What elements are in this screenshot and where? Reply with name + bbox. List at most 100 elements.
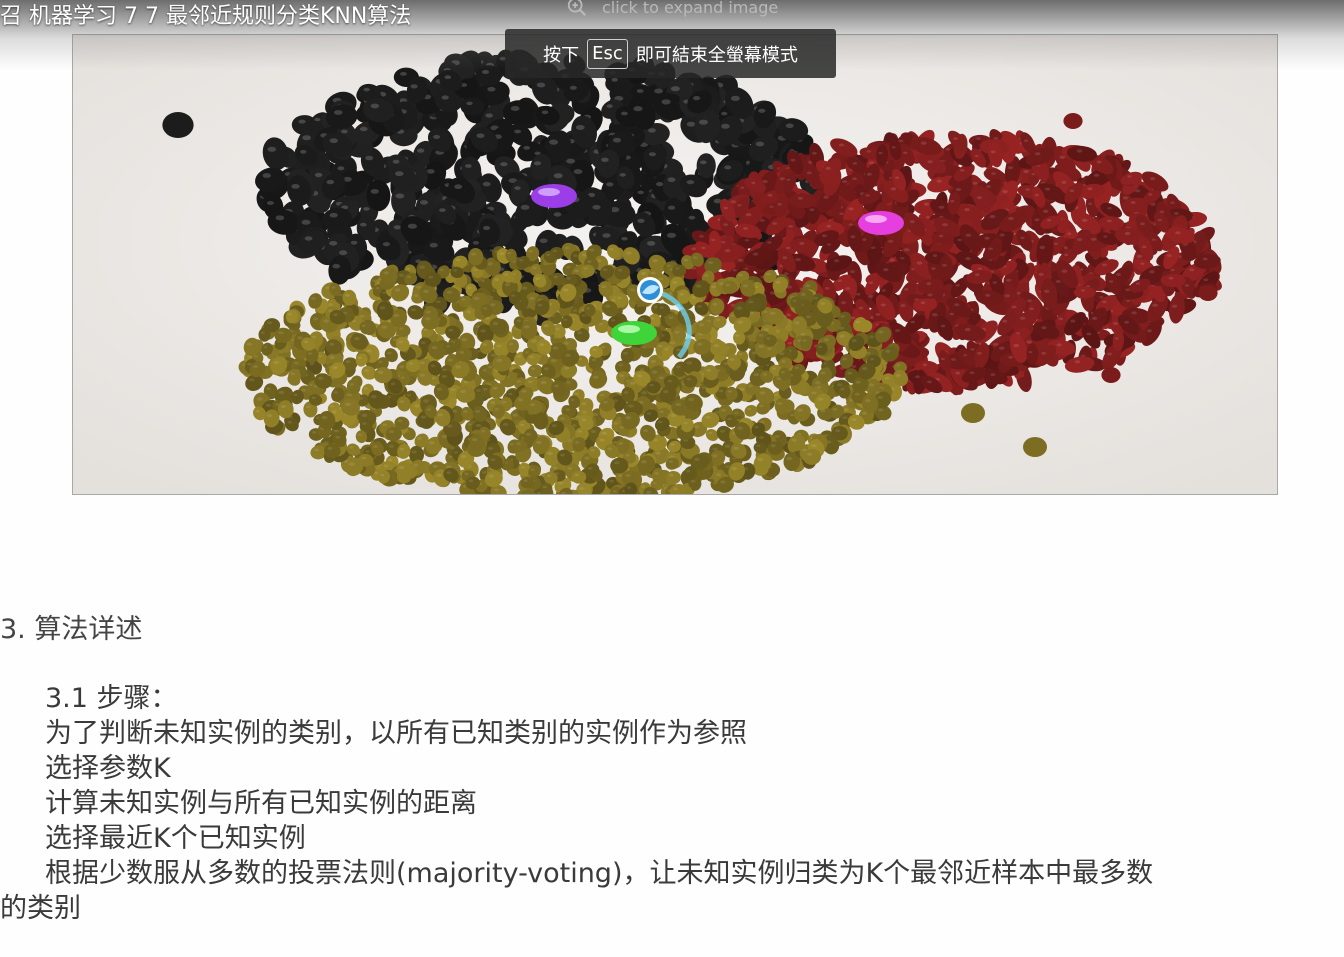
bean-highlight (955, 187, 962, 192)
bean-highlight (772, 222, 777, 225)
bean-highlight (566, 381, 571, 384)
bean-highlight (252, 365, 258, 369)
bean-highlight (782, 256, 788, 260)
bean-photo[interactable] (72, 34, 1278, 495)
bean-highlight (481, 471, 487, 474)
bean-highlight (1189, 268, 1195, 272)
bean-highlight (552, 466, 558, 470)
bean-highlight (1039, 245, 1046, 250)
bean-highlight (721, 111, 728, 116)
bean-highlight (564, 366, 570, 370)
bean-highlight (464, 472, 469, 475)
bean-highlight (712, 454, 718, 458)
bean-highlight (262, 173, 271, 178)
bean-highlight (862, 238, 867, 241)
bean-highlight (564, 246, 570, 250)
bean-highlight (253, 355, 258, 358)
bean-highlight (630, 381, 636, 385)
bean-highlight (715, 473, 722, 477)
bean-highlight (606, 182, 614, 187)
bean-highlight (752, 252, 759, 256)
bean-highlight (1093, 173, 1100, 177)
bean-highlight (611, 77, 618, 82)
bean-highlight (1149, 270, 1155, 274)
bean-highlight (1041, 326, 1047, 330)
bean-highlight (834, 259, 840, 263)
bean-highlight (628, 404, 634, 408)
bean-highlight (856, 293, 861, 296)
bean-highlight (275, 215, 285, 221)
zoom-in-icon (567, 0, 587, 17)
bean-highlight (976, 351, 982, 355)
bean-highlight (904, 288, 909, 291)
bean-highlight (360, 222, 367, 227)
bean-highlight (393, 225, 402, 230)
bean-highlight (699, 235, 704, 238)
bean-highlight (581, 314, 586, 317)
bean-highlight (363, 207, 370, 211)
bean-highlight (1115, 273, 1122, 276)
bean-highlight (670, 86, 680, 92)
bean-highlight (406, 394, 411, 397)
bean-highlight (621, 236, 628, 241)
bean-highlight (399, 400, 405, 403)
bean-highlight (587, 260, 592, 263)
bean-highlight (410, 84, 418, 89)
bean-highlight (280, 404, 287, 409)
bean-highlight (311, 335, 317, 339)
bean-highlight (954, 303, 960, 307)
bean-highlight (903, 248, 910, 252)
expand-image-hint[interactable]: click to expand image (566, 0, 778, 18)
bean-highlight (885, 349, 891, 353)
bean-highlight (736, 306, 743, 310)
bean-highlight (900, 257, 905, 260)
bean-highlight (382, 291, 387, 294)
bean-highlight (1170, 201, 1175, 204)
bean-highlight (1108, 280, 1114, 283)
bean-highlight (686, 361, 693, 365)
bean-highlight (454, 451, 459, 454)
bean-highlight (758, 334, 763, 337)
bean-highlight (370, 395, 377, 399)
bean-highlight (472, 241, 479, 245)
bean-highlight (990, 150, 996, 154)
bean-highlight (441, 435, 448, 439)
notice-suffix: 即可結束全螢幕模式 (635, 44, 798, 66)
bean-highlight (826, 224, 832, 228)
bean-highlight (748, 384, 753, 388)
bean-highlight (686, 180, 695, 185)
bean-highlight (328, 309, 333, 312)
bean-highlight (563, 318, 568, 321)
bean-highlight (719, 429, 726, 433)
bean-highlight (740, 186, 745, 189)
bean-highlight (1007, 166, 1014, 170)
bean-highlight (357, 433, 362, 436)
bean-highlight (420, 361, 425, 365)
bean-highlight (591, 358, 597, 362)
bean-highlight (683, 258, 689, 262)
bean-highlight (890, 187, 897, 191)
bean-highlight (482, 181, 491, 187)
bean-highlight (774, 393, 779, 396)
bean-highlight (774, 434, 780, 438)
bean-highlight (964, 208, 970, 212)
bean-highlight (346, 393, 352, 397)
bean-highlight (411, 450, 417, 454)
bean-highlight (977, 267, 982, 270)
bean-highlight (926, 282, 932, 285)
bean-highlight (1142, 245, 1147, 249)
bean-highlight (990, 373, 996, 376)
bean-highlight (858, 306, 864, 310)
bean-highlight (850, 270, 855, 273)
bean-highlight (842, 357, 847, 361)
bean-highlight (301, 219, 311, 225)
bean-highlight (806, 315, 811, 319)
bean-highlight (436, 473, 442, 477)
bean-highlight (466, 101, 473, 106)
bean-highlight (514, 186, 521, 190)
bean-highlight (992, 281, 997, 284)
bean-highlight (641, 485, 645, 488)
bean-highlight (976, 196, 983, 200)
bean-highlight (301, 388, 307, 392)
bean-highlight (333, 391, 338, 394)
